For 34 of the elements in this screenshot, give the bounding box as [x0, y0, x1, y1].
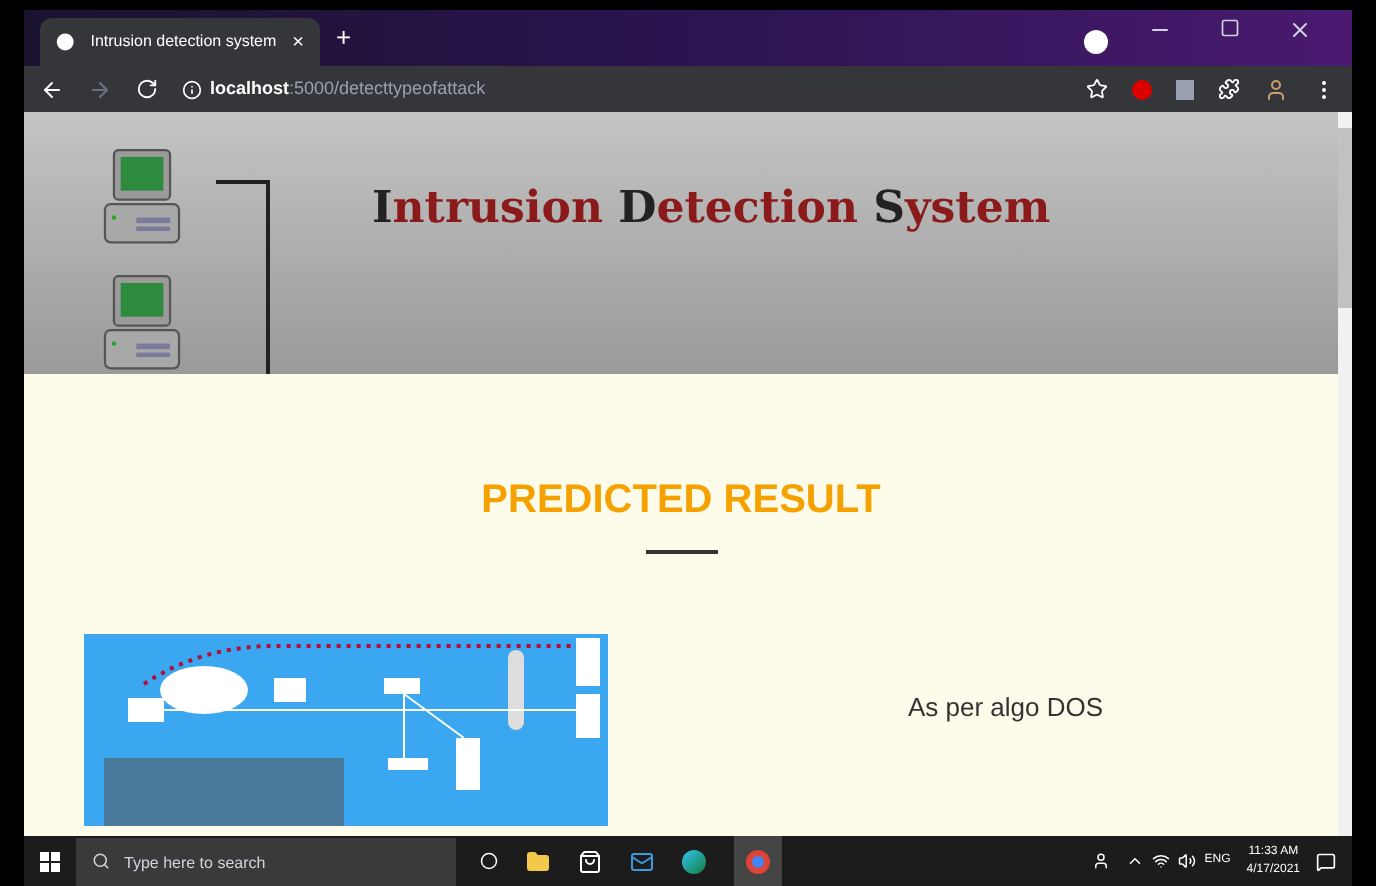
network-icon[interactable]: [1152, 852, 1171, 870]
tab-title: Intrusion detection system: [90, 30, 277, 54]
scrollbar[interactable]: [1338, 112, 1352, 836]
maximize-button[interactable]: [1220, 18, 1240, 38]
search-icon: [92, 852, 110, 870]
bookmark-star-icon[interactable]: [1086, 78, 1108, 100]
result-heading: PREDICTED RESULT: [481, 476, 881, 526]
info-icon[interactable]: [182, 79, 202, 99]
avatar-icon[interactable]: [1264, 77, 1288, 101]
store-icon[interactable]: [578, 849, 602, 873]
new-tab-button[interactable]: +: [336, 17, 352, 56]
folder-icon[interactable]: [526, 849, 550, 873]
forward-button[interactable]: [88, 77, 112, 101]
reload-button[interactable]: [136, 78, 158, 100]
extension-icon[interactable]: [1176, 79, 1194, 99]
browser-tab[interactable]: Intrusion detection system ×: [40, 18, 320, 66]
notifications-icon[interactable]: [1316, 851, 1336, 871]
mail-icon[interactable]: [630, 849, 654, 873]
back-button[interactable]: [40, 77, 64, 101]
result-text: As per algo DOS: [908, 690, 1104, 726]
taskbar-search-field[interactable]: Type here to search: [76, 838, 456, 886]
tab-close-button[interactable]: ×: [292, 27, 304, 57]
windows-start-icon[interactable]: [40, 851, 60, 871]
close-button[interactable]: [1288, 18, 1312, 42]
site-title: Intrusion Detection System: [372, 180, 1051, 238]
chevron-up-icon[interactable]: [1126, 852, 1145, 870]
chrome-browser-icon[interactable]: [746, 849, 770, 873]
task-view-icon[interactable]: [480, 852, 498, 870]
extensions-icon[interactable]: [1218, 78, 1240, 100]
people-icon[interactable]: [1092, 852, 1111, 870]
volume-icon[interactable]: [1178, 852, 1197, 870]
address-field[interactable]: localhost:5000/detecttypeofattack: [210, 75, 486, 103]
heading-underline: [645, 550, 717, 554]
profile-icon[interactable]: [1084, 30, 1108, 54]
